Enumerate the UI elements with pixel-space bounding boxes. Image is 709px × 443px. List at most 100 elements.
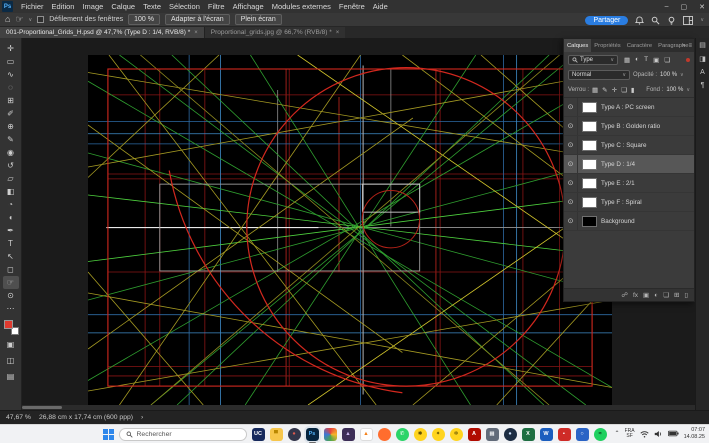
horizontal-scrollbar-thumb[interactable]: [22, 406, 62, 409]
layer-row[interactable]: ⊙Type C : Square: [564, 136, 694, 155]
quick-selection-tool[interactable]: ◌: [3, 81, 19, 94]
tab-jpg-document[interactable]: Proportional_grids.jpg @ 66,7% (RVB/8) *…: [204, 27, 346, 38]
move-tool[interactable]: ✛: [3, 42, 19, 55]
app-word[interactable]: W: [540, 428, 553, 441]
tab-psd-document[interactable]: 001-Proportional_Grids_H.psd @ 47,7% (Ty…: [0, 27, 204, 38]
foreground-color-swatch[interactable]: [4, 320, 13, 329]
dodge-tool[interactable]: ◖: [3, 211, 19, 224]
app-excel[interactable]: X: [522, 428, 535, 441]
fill-value[interactable]: 100 %: [666, 87, 683, 93]
layer-visibility-eye-icon[interactable]: ⊙: [564, 136, 578, 154]
chevron-down-icon[interactable]: ∨: [29, 17, 33, 23]
app-file-explorer[interactable]: ▀: [270, 428, 283, 441]
layer-visibility-eye-icon[interactable]: ⊙: [564, 212, 578, 230]
app-vlc[interactable]: ▲: [360, 428, 373, 441]
layer-visibility-eye-icon[interactable]: ⊙: [564, 155, 578, 173]
eyedropper-tool[interactable]: ✐: [3, 107, 19, 120]
layer-row[interactable]: ⊙Type D : 1/4: [564, 155, 694, 174]
layers-panel-icon[interactable]: ▤: [699, 41, 706, 49]
battery-icon[interactable]: [668, 430, 679, 437]
link-layers-icon[interactable]: ☍: [621, 291, 628, 299]
edit-toolbar-button[interactable]: ⋯: [3, 302, 19, 315]
screen-mode-icon[interactable]: ◫: [3, 354, 19, 367]
blend-mode-select[interactable]: Normal ∨: [568, 70, 630, 80]
zoom-100-button[interactable]: 100 %: [128, 14, 160, 25]
menu-item-texte[interactable]: Texte: [139, 2, 165, 11]
app-red-square[interactable]: ▪: [558, 428, 571, 441]
wifi-icon[interactable]: [640, 430, 649, 438]
delete-layer-icon[interactable]: ▯: [684, 291, 688, 299]
workspace-chevron-icon[interactable]: ∨: [700, 17, 704, 23]
volume-icon[interactable]: [654, 430, 663, 438]
bell-icon[interactable]: [635, 16, 644, 25]
shape-tool[interactable]: ◻: [3, 263, 19, 276]
history-brush-tool[interactable]: ↺: [3, 159, 19, 172]
menu-item-fen-tre[interactable]: Fenêtre: [335, 2, 369, 11]
layer-thumbnail[interactable]: [582, 121, 597, 132]
lock-transparency-icon[interactable]: ▦: [592, 86, 598, 94]
gradient-tool[interactable]: ◧: [3, 185, 19, 198]
hand-tool[interactable]: ☞: [3, 276, 19, 289]
spot-healing-tool[interactable]: ⊕: [3, 120, 19, 133]
share-button[interactable]: Partager: [585, 16, 628, 25]
app-firefox[interactable]: [378, 428, 391, 441]
marquee-tool[interactable]: ▭: [3, 55, 19, 68]
pixel-filter-icon[interactable]: ▦: [624, 56, 630, 64]
layer-row[interactable]: ⊙Background: [564, 212, 694, 231]
app-calculator[interactable]: ▦: [486, 428, 499, 441]
fit-screen-button[interactable]: Adapter à l'écran: [165, 14, 230, 25]
menu-item-image[interactable]: Image: [78, 2, 107, 11]
opacity-chevron-icon[interactable]: ∨: [680, 72, 684, 78]
lock-paint-icon[interactable]: ✎: [602, 86, 607, 94]
character-panel-icon[interactable]: A: [700, 69, 705, 76]
app-yellow-2[interactable]: ✦: [432, 428, 445, 441]
tab-calques[interactable]: Calques: [564, 39, 591, 52]
layer-filter-combobox[interactable]: Type ∨: [568, 55, 618, 65]
workspace-icon[interactable]: [683, 16, 693, 25]
layer-style-icon[interactable]: fx: [633, 292, 638, 299]
app-yellow-1[interactable]: ✱: [414, 428, 427, 441]
zoom-level-field[interactable]: 47,67 %: [6, 414, 31, 421]
tab-close-icon[interactable]: ×: [194, 30, 198, 36]
app-photos[interactable]: [324, 428, 337, 441]
close-button[interactable]: ✕: [699, 3, 705, 11]
eraser-tool[interactable]: ▱: [3, 172, 19, 185]
app-steam[interactable]: ●: [504, 428, 517, 441]
app-spotify[interactable]: ≈: [594, 428, 607, 441]
opacity-value[interactable]: 100 %: [660, 72, 677, 78]
taskbar-search[interactable]: Rechercher: [119, 428, 247, 441]
lock-artboard-icon[interactable]: ❏: [621, 86, 627, 94]
tab-close-icon[interactable]: ×: [336, 30, 340, 36]
layer-group-icon[interactable]: ❏: [663, 291, 669, 299]
scroll-all-windows-checkbox[interactable]: [37, 16, 44, 23]
layer-mask-icon[interactable]: ▣: [643, 291, 649, 299]
menu-item-aide[interactable]: Aide: [369, 2, 392, 11]
app-dark-browser[interactable]: ●: [288, 428, 301, 441]
start-button[interactable]: [103, 429, 114, 440]
menu-item-fichier[interactable]: Fichier: [17, 2, 48, 11]
quick-mask-icon[interactable]: ▣: [3, 338, 19, 351]
fill-chevron-icon[interactable]: ∨: [686, 87, 690, 93]
menu-item-calque[interactable]: Calque: [107, 2, 139, 11]
layer-visibility-eye-icon[interactable]: ⊙: [564, 174, 578, 192]
extra-mode-icon[interactable]: ▤: [3, 370, 19, 383]
menu-item-filtre[interactable]: Filtre: [204, 2, 229, 11]
menu-item-edition[interactable]: Edition: [48, 2, 79, 11]
tab-caractere[interactable]: Caractère: [624, 39, 655, 52]
layer-visibility-eye-icon[interactable]: ⊙: [564, 117, 578, 135]
app-photoshop[interactable]: Ps: [306, 428, 319, 441]
layer-visibility-eye-icon[interactable]: ⊙: [564, 98, 578, 116]
menu-item-s-lection[interactable]: Sélection: [165, 2, 204, 11]
taskbar-clock[interactable]: 07:0714.08.25: [684, 427, 705, 441]
adjustment-layer-icon[interactable]: ◐: [654, 292, 658, 299]
paragraph-panel-icon[interactable]: ¶: [701, 82, 705, 89]
document-canvas[interactable]: [88, 55, 612, 405]
layer-row[interactable]: ⊙Type F : Spiral: [564, 193, 694, 212]
menu-item-modules-externes[interactable]: Modules externes: [268, 2, 335, 11]
properties-panel-icon[interactable]: ◨: [699, 55, 706, 63]
blur-tool[interactable]: ◔: [3, 198, 19, 211]
type-tool[interactable]: T: [3, 237, 19, 250]
lock-all-icon[interactable]: ▮: [631, 86, 635, 94]
search-icon[interactable]: [651, 16, 660, 25]
layer-thumbnail[interactable]: [582, 216, 597, 227]
